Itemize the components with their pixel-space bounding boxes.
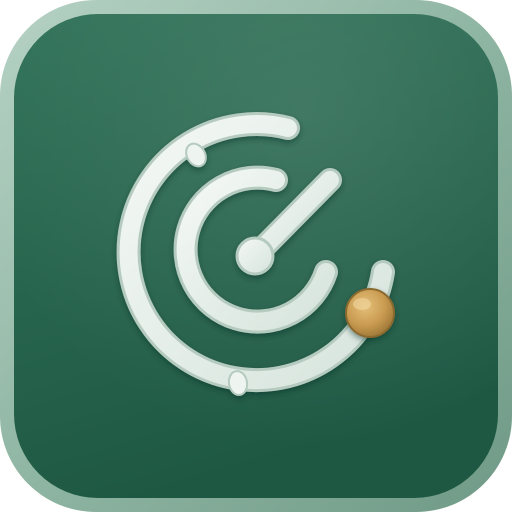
radar-app-icon[interactable] xyxy=(0,0,512,512)
app-icon-stage xyxy=(0,0,512,512)
gold-knob xyxy=(345,288,395,338)
needle-hub xyxy=(235,236,275,276)
radar-icon xyxy=(0,0,512,512)
